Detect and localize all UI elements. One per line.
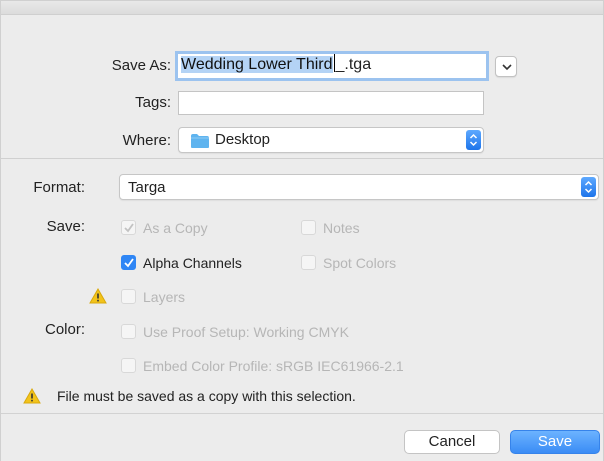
color-label: Color: [44, 321, 85, 338]
notes-checkbox[interactable] [301, 220, 316, 235]
spot-colors-checkbox[interactable] [301, 255, 316, 270]
notes-label: Notes [323, 220, 360, 236]
where-stepper [466, 130, 481, 150]
format-label: Format: [33, 179, 85, 196]
use-proof-setup-checkbox[interactable] [121, 324, 136, 339]
save-button[interactable]: Save [510, 430, 600, 454]
format-popup[interactable]: Targa [119, 174, 599, 200]
warning-icon [89, 288, 107, 304]
where-value: Desktop [215, 131, 271, 148]
where-popup[interactable]: Desktop [178, 127, 484, 153]
alpha-channels-checkbox[interactable] [121, 255, 136, 270]
up-down-chevron-icon [469, 133, 478, 147]
title-bar[interactable] [1, 1, 603, 15]
checkmark-icon [124, 258, 134, 268]
button-bar: Cancel Save [1, 413, 603, 461]
layers-checkbox[interactable] [121, 289, 136, 304]
tags-field[interactable] [178, 91, 484, 115]
embed-color-profile-label: Embed Color Profile: sRGB IEC61966-2.1 [143, 358, 404, 374]
tags-label: Tags: [135, 94, 171, 111]
format-value: Targa [128, 179, 166, 196]
as-a-copy-checkbox[interactable] [121, 220, 136, 235]
save-dialog: Save As: Wedding Lower Third _.tga Tags: … [0, 0, 604, 461]
save-as-label: Save As: [111, 57, 171, 74]
checkmark-icon [124, 223, 134, 233]
embed-color-profile-checkbox[interactable] [121, 358, 136, 373]
save-location-section: Save As: Wedding Lower Third _.tga Tags: … [1, 15, 603, 159]
folder-icon [191, 134, 209, 148]
filename-extension: _.tga [335, 56, 372, 73]
layers-label: Layers [143, 289, 186, 305]
up-down-chevron-icon [584, 180, 593, 194]
warning-icon [23, 388, 41, 404]
where-label: Where: [122, 132, 171, 149]
save-options-label: Save: [46, 218, 85, 235]
chevron-down-icon [502, 64, 512, 71]
cancel-button[interactable]: Cancel [404, 430, 500, 454]
text-cursor [333, 54, 335, 72]
use-proof-setup-label: Use Proof Setup: Working CMYK [143, 324, 349, 340]
warning-message: File must be saved as a copy with this s… [57, 388, 356, 404]
as-a-copy-label: As a Copy [143, 220, 208, 236]
format-stepper [581, 177, 596, 197]
alpha-channels-label: Alpha Channels [143, 255, 242, 271]
filename-selected-text: Wedding Lower Third [181, 56, 333, 73]
expand-dialog-button[interactable] [495, 56, 517, 77]
spot-colors-label: Spot Colors [323, 255, 397, 271]
format-options-section: Format: Targa Save: As a Copy Notes Alph… [1, 159, 603, 413]
filename-field[interactable]: Wedding Lower Third _.tga [175, 51, 489, 81]
